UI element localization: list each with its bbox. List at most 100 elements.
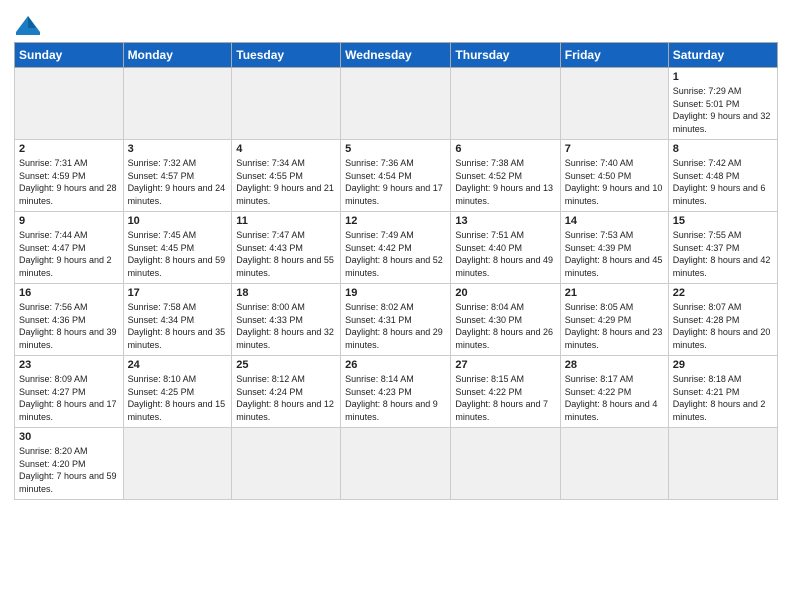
day-info: Sunrise: 8:18 AM Sunset: 4:21 PM Dayligh… bbox=[673, 373, 773, 423]
calendar-cell: 8Sunrise: 7:42 AM Sunset: 4:48 PM Daylig… bbox=[668, 140, 777, 212]
day-info: Sunrise: 7:38 AM Sunset: 4:52 PM Dayligh… bbox=[455, 157, 555, 207]
day-info: Sunrise: 7:31 AM Sunset: 4:59 PM Dayligh… bbox=[19, 157, 119, 207]
calendar-cell: 14 Sunrise: 7:53 AM Sunset: 4:39 PM Dayli… bbox=[560, 212, 668, 284]
day-number: 11 bbox=[236, 215, 336, 227]
day-info: Sunrise: 8:02 AM Sunset: 4:31 PM Dayligh… bbox=[345, 301, 446, 351]
day-info: Sunrise: 7:53 AM Sunset: 4:39 PM Dayligh… bbox=[565, 229, 664, 279]
day-info: Sunrise: 7:49 AM Sunset: 4:42 PM Dayligh… bbox=[345, 229, 446, 279]
day-number: 21 bbox=[565, 287, 664, 299]
calendar-cell bbox=[668, 428, 777, 500]
calendar-cell bbox=[232, 68, 341, 140]
week-row-1: 1 Sunrise: 7:29 AM Sunset: 5:01 PM Daylig… bbox=[15, 68, 778, 140]
weekday-header-wednesday: Wednesday bbox=[341, 43, 451, 68]
day-number: 19 bbox=[345, 287, 446, 299]
day-info: Sunrise: 8:15 AM Sunset: 4:22 PM Dayligh… bbox=[455, 373, 555, 423]
day-number: 28 bbox=[565, 359, 664, 371]
day-number: 1 bbox=[673, 71, 773, 83]
day-info: Sunrise: 7:40 AM Sunset: 4:50 PM Dayligh… bbox=[565, 157, 664, 207]
weekday-header-tuesday: Tuesday bbox=[232, 43, 341, 68]
day-info: Sunrise: 7:58 AM Sunset: 4:34 PM Dayligh… bbox=[128, 301, 228, 351]
calendar-cell: 15 Sunrise: 7:55 AM Sunset: 4:37 PM Dayli… bbox=[668, 212, 777, 284]
day-number: 5 bbox=[345, 143, 446, 155]
calendar-cell bbox=[560, 428, 668, 500]
day-number: 29 bbox=[673, 359, 773, 371]
weekday-header-row: SundayMondayTuesdayWednesdayThursdayFrid… bbox=[15, 43, 778, 68]
day-info: Sunrise: 7:47 AM Sunset: 4:43 PM Dayligh… bbox=[236, 229, 336, 279]
day-number: 4 bbox=[236, 143, 336, 155]
day-number: 27 bbox=[455, 359, 555, 371]
calendar-cell bbox=[123, 428, 232, 500]
day-info: Sunrise: 7:44 AM Sunset: 4:47 PM Dayligh… bbox=[19, 229, 119, 279]
day-number: 20 bbox=[455, 287, 555, 299]
calendar-cell: 18 Sunrise: 8:00 AM Sunset: 4:33 PM Dayli… bbox=[232, 284, 341, 356]
day-number: 15 bbox=[673, 215, 773, 227]
calendar-table: SundayMondayTuesdayWednesdayThursdayFrid… bbox=[14, 42, 778, 500]
day-info: Sunrise: 7:42 AM Sunset: 4:48 PM Dayligh… bbox=[673, 157, 773, 207]
logo bbox=[14, 14, 46, 36]
day-info: Sunrise: 7:45 AM Sunset: 4:45 PM Dayligh… bbox=[128, 229, 228, 279]
day-number: 6 bbox=[455, 143, 555, 155]
day-number: 25 bbox=[236, 359, 336, 371]
calendar-cell: 4 Sunrise: 7:34 AM Sunset: 4:55 PM Daylig… bbox=[232, 140, 341, 212]
day-number: 26 bbox=[345, 359, 446, 371]
calendar-cell: 26 Sunrise: 8:14 AM Sunset: 4:23 PM Dayli… bbox=[341, 356, 451, 428]
day-info: Sunrise: 8:09 AM Sunset: 4:27 PM Dayligh… bbox=[19, 373, 119, 423]
day-info: Sunrise: 7:32 AM Sunset: 4:57 PM Dayligh… bbox=[128, 157, 228, 207]
day-info: Sunrise: 8:17 AM Sunset: 4:22 PM Dayligh… bbox=[565, 373, 664, 423]
weekday-header-monday: Monday bbox=[123, 43, 232, 68]
day-info: Sunrise: 8:12 AM Sunset: 4:24 PM Dayligh… bbox=[236, 373, 336, 423]
day-info: Sunrise: 8:04 AM Sunset: 4:30 PM Dayligh… bbox=[455, 301, 555, 351]
day-number: 12 bbox=[345, 215, 446, 227]
calendar-cell: 23 Sunrise: 8:09 AM Sunset: 4:27 PM Dayli… bbox=[15, 356, 124, 428]
day-info: Sunrise: 7:55 AM Sunset: 4:37 PM Dayligh… bbox=[673, 229, 773, 279]
day-info: Sunrise: 7:51 AM Sunset: 4:40 PM Dayligh… bbox=[455, 229, 555, 279]
calendar-cell: 17 Sunrise: 7:58 AM Sunset: 4:34 PM Dayli… bbox=[123, 284, 232, 356]
calendar-cell: 28 Sunrise: 8:17 AM Sunset: 4:22 PM Dayli… bbox=[560, 356, 668, 428]
calendar-cell bbox=[451, 68, 560, 140]
day-info: Sunrise: 8:14 AM Sunset: 4:23 PM Dayligh… bbox=[345, 373, 446, 423]
calendar-cell: 16 Sunrise: 7:56 AM Sunset: 4:36 PM Dayli… bbox=[15, 284, 124, 356]
day-number: 18 bbox=[236, 287, 336, 299]
day-info: Sunrise: 8:00 AM Sunset: 4:33 PM Dayligh… bbox=[236, 301, 336, 351]
calendar-cell: 11 Sunrise: 7:47 AM Sunset: 4:43 PM Dayli… bbox=[232, 212, 341, 284]
calendar-cell: 13 Sunrise: 7:51 AM Sunset: 4:40 PM Dayli… bbox=[451, 212, 560, 284]
calendar-cell: 19 Sunrise: 8:02 AM Sunset: 4:31 PM Dayli… bbox=[341, 284, 451, 356]
weekday-header-friday: Friday bbox=[560, 43, 668, 68]
calendar-cell: 20 Sunrise: 8:04 AM Sunset: 4:30 PM Dayli… bbox=[451, 284, 560, 356]
weekday-header-saturday: Saturday bbox=[668, 43, 777, 68]
calendar-cell bbox=[560, 68, 668, 140]
page-header bbox=[14, 10, 778, 36]
week-row-3: 9Sunrise: 7:44 AM Sunset: 4:47 PM Daylig… bbox=[15, 212, 778, 284]
week-row-5: 23 Sunrise: 8:09 AM Sunset: 4:27 PM Dayli… bbox=[15, 356, 778, 428]
day-info: Sunrise: 8:10 AM Sunset: 4:25 PM Dayligh… bbox=[128, 373, 228, 423]
calendar-cell: 12 Sunrise: 7:49 AM Sunset: 4:42 PM Dayli… bbox=[341, 212, 451, 284]
day-info: Sunrise: 8:05 AM Sunset: 4:29 PM Dayligh… bbox=[565, 301, 664, 351]
calendar-cell: 10 Sunrise: 7:45 AM Sunset: 4:45 PM Dayli… bbox=[123, 212, 232, 284]
calendar-cell bbox=[341, 428, 451, 500]
calendar-cell: 29 Sunrise: 8:18 AM Sunset: 4:21 PM Dayli… bbox=[668, 356, 777, 428]
day-info: Sunrise: 8:20 AM Sunset: 4:20 PM Dayligh… bbox=[19, 445, 119, 495]
calendar-cell: 1 Sunrise: 7:29 AM Sunset: 5:01 PM Daylig… bbox=[668, 68, 777, 140]
day-info: Sunrise: 7:56 AM Sunset: 4:36 PM Dayligh… bbox=[19, 301, 119, 351]
week-row-6: 30Sunrise: 8:20 AM Sunset: 4:20 PM Dayli… bbox=[15, 428, 778, 500]
day-number: 16 bbox=[19, 287, 119, 299]
day-number: 17 bbox=[128, 287, 228, 299]
day-number: 13 bbox=[455, 215, 555, 227]
day-info: Sunrise: 7:29 AM Sunset: 5:01 PM Dayligh… bbox=[673, 85, 773, 135]
day-info: Sunrise: 7:36 AM Sunset: 4:54 PM Dayligh… bbox=[345, 157, 446, 207]
calendar-cell: 24 Sunrise: 8:10 AM Sunset: 4:25 PM Dayli… bbox=[123, 356, 232, 428]
calendar-cell: 9Sunrise: 7:44 AM Sunset: 4:47 PM Daylig… bbox=[15, 212, 124, 284]
day-info: Sunrise: 7:34 AM Sunset: 4:55 PM Dayligh… bbox=[236, 157, 336, 207]
week-row-2: 2Sunrise: 7:31 AM Sunset: 4:59 PM Daylig… bbox=[15, 140, 778, 212]
day-info: Sunrise: 8:07 AM Sunset: 4:28 PM Dayligh… bbox=[673, 301, 773, 351]
day-number: 23 bbox=[19, 359, 119, 371]
calendar-cell: 22Sunrise: 8:07 AM Sunset: 4:28 PM Dayli… bbox=[668, 284, 777, 356]
day-number: 10 bbox=[128, 215, 228, 227]
calendar-cell bbox=[451, 428, 560, 500]
calendar-cell: 5 Sunrise: 7:36 AM Sunset: 4:54 PM Daylig… bbox=[341, 140, 451, 212]
calendar-cell: 2Sunrise: 7:31 AM Sunset: 4:59 PM Daylig… bbox=[15, 140, 124, 212]
logo-icon bbox=[14, 14, 42, 36]
day-number: 14 bbox=[565, 215, 664, 227]
day-number: 24 bbox=[128, 359, 228, 371]
day-number: 7 bbox=[565, 143, 664, 155]
